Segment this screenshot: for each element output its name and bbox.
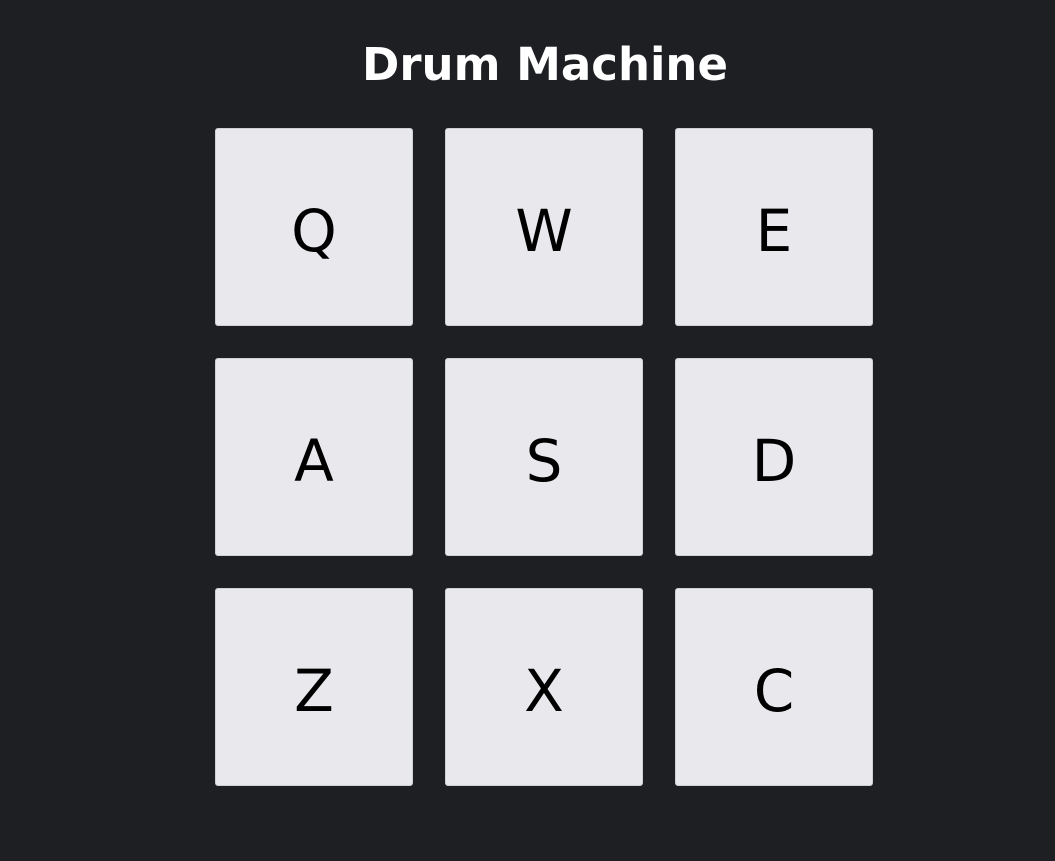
drum-pad-d[interactable]: D <box>675 358 873 556</box>
drum-pad-grid: Q W E A S D Z X C <box>215 128 875 788</box>
drum-pad-q[interactable]: Q <box>215 128 413 326</box>
drum-pad-s[interactable]: S <box>445 358 643 556</box>
drum-pad-x[interactable]: X <box>445 588 643 786</box>
page-title: Drum Machine <box>362 38 728 91</box>
drum-pad-e[interactable]: E <box>675 128 873 326</box>
drum-pad-z[interactable]: Z <box>215 588 413 786</box>
drum-pad-a[interactable]: A <box>215 358 413 556</box>
drum-pad-w[interactable]: W <box>445 128 643 326</box>
drum-pad-c[interactable]: C <box>675 588 873 786</box>
